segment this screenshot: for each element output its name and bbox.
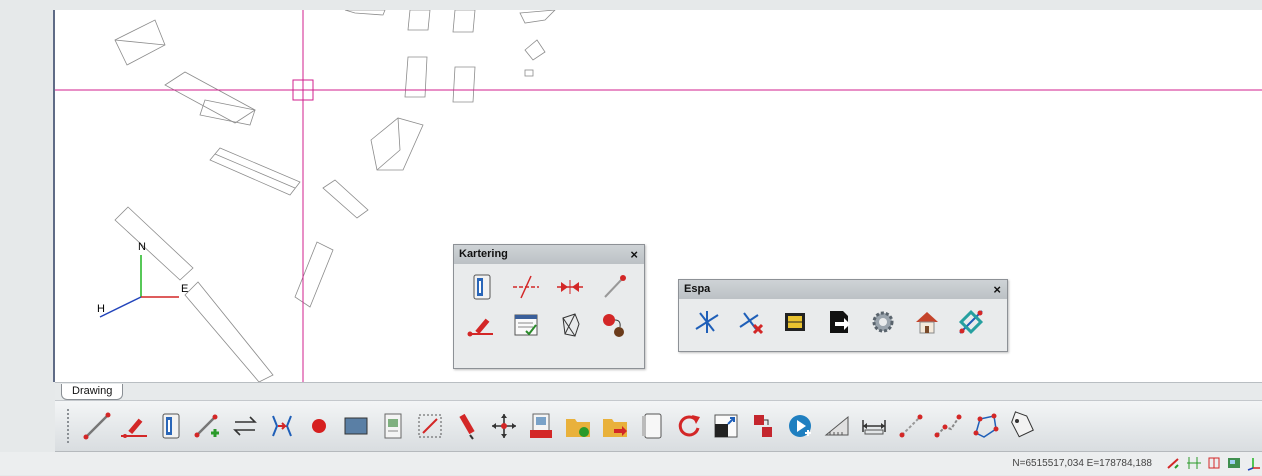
move-point-icon[interactable] (592, 306, 636, 344)
frame-icon[interactable] (773, 303, 817, 341)
select-box-icon[interactable] (411, 406, 448, 446)
building-outline (370, 117, 424, 171)
building-ridge (114, 39, 166, 46)
axis-height-label: H (97, 303, 105, 315)
play-add-icon[interactable] (781, 406, 818, 446)
espa-panel[interactable]: Espa × (678, 279, 1008, 352)
move-icon[interactable] (485, 406, 522, 446)
export-icon[interactable] (817, 303, 861, 341)
rotate-icon[interactable] (670, 406, 707, 446)
axis-north-label: N (138, 241, 146, 253)
building-outline (344, 10, 386, 16)
building-outline (322, 179, 369, 219)
pen-icon[interactable] (448, 406, 485, 446)
add-line-icon[interactable] (189, 406, 226, 446)
building-outline (184, 281, 274, 382)
status-icons (1166, 455, 1262, 476)
building-outline (114, 206, 194, 281)
espa-title: Espa (684, 283, 711, 295)
satellite-link-icon[interactable] (949, 303, 993, 341)
building-outline (452, 10, 476, 33)
espa-title-bar[interactable]: Espa × (679, 280, 1007, 299)
main-toolbar (55, 400, 1262, 452)
toolbar-grip[interactable] (67, 409, 72, 443)
close-icon[interactable]: × (630, 245, 638, 264)
rectangle-icon[interactable] (337, 406, 374, 446)
kartering-title-bar[interactable]: Kartering × (454, 245, 644, 264)
break-line-icon[interactable] (504, 268, 548, 306)
tab-bar: Drawing (55, 382, 1262, 401)
edit-line-icon[interactable] (115, 406, 152, 446)
edit-line-icon[interactable] (460, 306, 504, 344)
building-outline (294, 241, 334, 308)
kartering-title: Kartering (459, 248, 508, 260)
wms-icon[interactable] (522, 406, 559, 446)
building-outline (164, 71, 256, 124)
building-outline (407, 10, 431, 31)
ortho-icon[interactable] (1206, 455, 1222, 476)
join-points-icon[interactable] (548, 268, 592, 306)
close-icon[interactable]: × (993, 280, 1001, 299)
scale-icon[interactable] (707, 406, 744, 446)
axis-height-line (99, 296, 142, 318)
building-outline (404, 56, 428, 98)
axis-indicator: N E H (97, 241, 188, 318)
page-icon[interactable] (633, 406, 670, 446)
building-outline (519, 10, 556, 24)
line-segment-icon[interactable] (892, 406, 929, 446)
map-drawing[interactable]: N E H (55, 10, 1262, 382)
settings-gear-icon[interactable] (861, 303, 905, 341)
properties-form-icon[interactable] (504, 306, 548, 344)
tab-drawing[interactable]: Drawing (61, 384, 124, 400)
top-strip (0, 0, 1262, 10)
tag-icon[interactable] (1003, 406, 1040, 446)
step-icon[interactable] (744, 406, 781, 446)
swap-direction-icon[interactable] (226, 406, 263, 446)
building-outline (524, 69, 534, 77)
status-bar: N=6515517,034 E=178784,188 (0, 452, 1262, 475)
kartering-panel[interactable]: Kartering × (453, 244, 645, 369)
coordinate-readout: N=6515517,034 E=178784,188 (1012, 458, 1152, 469)
split-lines-icon[interactable] (685, 303, 729, 341)
info-panel-icon[interactable] (152, 406, 189, 446)
building-outline (199, 99, 256, 126)
polygon-fill-icon[interactable] (548, 306, 592, 344)
import-folder-icon[interactable] (596, 406, 633, 446)
polyline-icon[interactable] (929, 406, 966, 446)
axis-east-label: E (181, 283, 188, 295)
building-outline (209, 147, 301, 196)
grid-icon[interactable] (1186, 455, 1202, 476)
point-line-icon[interactable] (592, 268, 636, 306)
area-measure-icon[interactable] (818, 406, 855, 446)
open-folder-icon[interactable] (559, 406, 596, 446)
map-icon[interactable] (1226, 455, 1242, 476)
point-icon[interactable] (300, 406, 337, 446)
delete-intersection-icon[interactable] (729, 303, 773, 341)
line-icon[interactable] (78, 406, 115, 446)
snap-icon[interactable] (1166, 455, 1182, 476)
raster-icon[interactable] (374, 406, 411, 446)
left-panel (0, 10, 55, 382)
building-outline (524, 39, 546, 61)
drawing-canvas[interactable]: N E H (55, 10, 1262, 382)
polygon-icon[interactable] (966, 406, 1003, 446)
info-tool-icon[interactable] (460, 268, 504, 306)
bracket-link-icon[interactable] (263, 406, 300, 446)
axis-icon[interactable] (1246, 455, 1262, 476)
distance-measure-icon[interactable] (855, 406, 892, 446)
building-ridge (214, 153, 296, 189)
house-icon[interactable] (905, 303, 949, 341)
building-outline (452, 66, 476, 103)
